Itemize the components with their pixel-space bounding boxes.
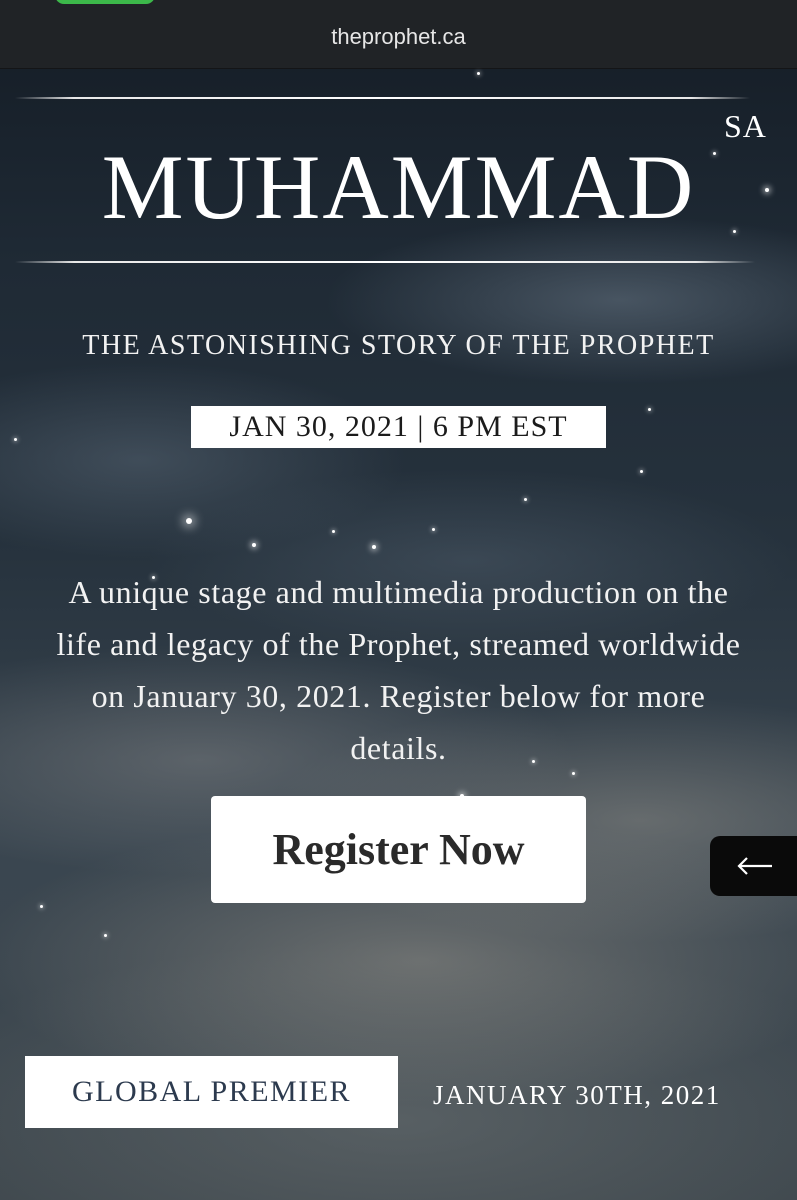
browser-url-bar[interactable]: theprophet.ca xyxy=(0,0,797,69)
description-line: A unique stage and multimedia production… xyxy=(68,574,729,610)
star xyxy=(104,934,107,937)
description-line: life and legacy of the Prophet, streamed… xyxy=(56,626,741,662)
side-drawer-tab[interactable] xyxy=(710,836,797,896)
event-description: A unique stage and multimedia production… xyxy=(0,566,797,774)
page: theprophet.ca SA MUHAMMAD THE ASTONISHIN… xyxy=(0,0,797,1200)
star xyxy=(40,905,43,908)
global-premier-badge: GLOBAL PREMIER xyxy=(25,1056,398,1128)
register-now-button[interactable]: Register Now xyxy=(211,796,586,903)
star xyxy=(372,545,376,549)
star xyxy=(186,518,192,524)
status-indicator xyxy=(55,0,155,4)
star xyxy=(648,408,651,411)
star xyxy=(524,498,527,501)
event-date-badge: JAN 30, 2021 | 6 PM EST xyxy=(191,406,606,448)
description-line: details. xyxy=(350,730,447,766)
star xyxy=(252,543,256,547)
star xyxy=(332,530,335,533)
title-top-rule xyxy=(15,97,750,99)
star xyxy=(640,470,643,473)
premier-date: JANUARY 30TH, 2021 xyxy=(433,1080,721,1110)
description-line: on January 30, 2021. Register below for … xyxy=(91,678,706,714)
star xyxy=(432,528,435,531)
page-subtitle: THE ASTONISHING STORY OF THE PROPHET xyxy=(82,330,715,361)
title-bottom-rule xyxy=(15,261,755,263)
left-arrow-icon xyxy=(737,857,772,875)
star xyxy=(477,72,480,75)
url-text[interactable]: theprophet.ca xyxy=(0,24,797,50)
star xyxy=(14,438,17,441)
page-title: MUHAMMAD xyxy=(101,136,696,238)
